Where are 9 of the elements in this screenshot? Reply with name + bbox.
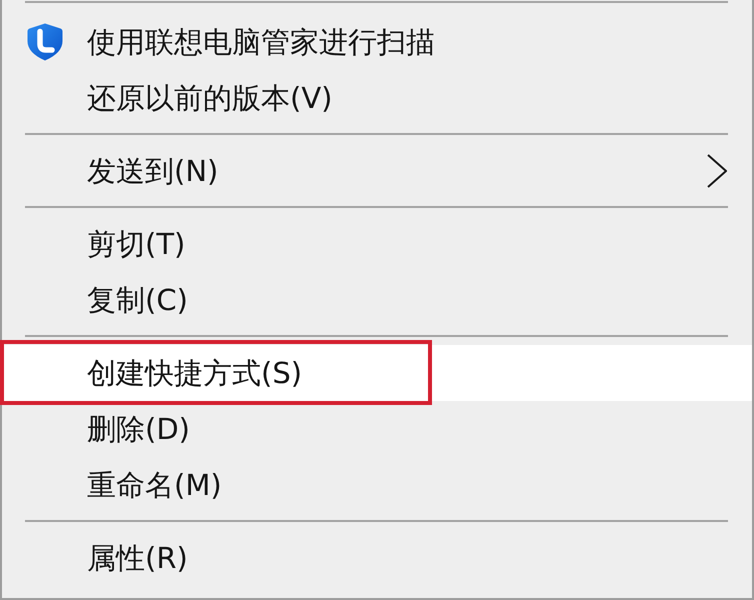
- menu-item[interactable]: 发送到(N): [2, 143, 752, 199]
- menu-item[interactable]: 属性(R): [2, 530, 752, 586]
- menu-item[interactable]: 还原以前的版本(V): [2, 70, 752, 126]
- menu-item[interactable]: 创建快捷方式(S): [2, 345, 752, 401]
- menu-item[interactable]: 复制(C): [2, 272, 752, 328]
- menu-item[interactable]: 剪切(T): [2, 216, 752, 272]
- menu-item[interactable]: 重命名(M): [2, 457, 752, 513]
- menu-item[interactable]: 删除(D): [2, 401, 752, 457]
- menu-item[interactable]: 使用联想电脑管家进行扫描: [2, 14, 752, 70]
